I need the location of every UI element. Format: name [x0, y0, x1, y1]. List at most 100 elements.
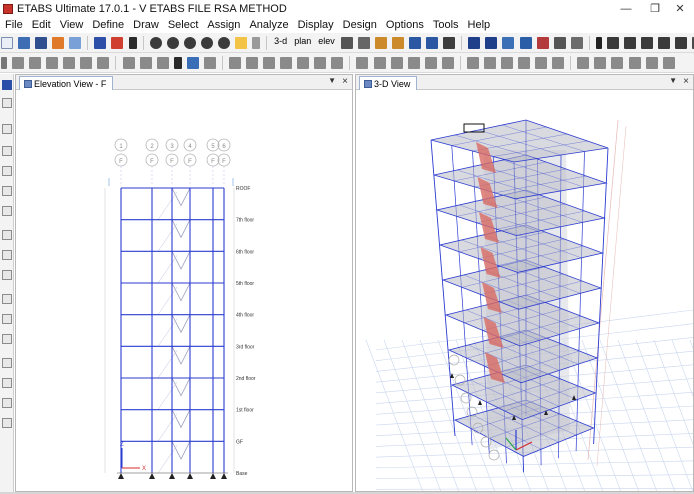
spandrel-label-icon[interactable] [280, 57, 293, 69]
menu-draw[interactable]: Draw [128, 19, 163, 31]
menu-design[interactable]: Design [338, 19, 381, 31]
draw-frame-icon[interactable] [2, 146, 12, 156]
diaphragm-icon[interactable] [203, 57, 216, 69]
show-link-forces-icon[interactable] [518, 57, 531, 69]
draw-brace-icon[interactable] [502, 37, 515, 49]
select-all-icon[interactable] [1, 57, 7, 69]
draw-floor-icon[interactable] [519, 37, 532, 49]
draw-quick-wall-icon[interactable] [2, 314, 12, 324]
shear-wall-design-icon[interactable] [675, 37, 688, 49]
zoom-rubber-band-icon[interactable] [149, 37, 162, 49]
design-verify-icon[interactable] [628, 57, 641, 69]
pencil-icon[interactable] [94, 37, 107, 49]
select-by-group-icon[interactable] [97, 57, 110, 69]
view-elev-button[interactable]: elev [318, 36, 335, 46]
select-pointer-icon[interactable] [12, 57, 25, 69]
restraint-icon[interactable] [186, 57, 199, 69]
pier-label-icon[interactable] [263, 57, 276, 69]
menu-options[interactable]: Options [381, 19, 428, 31]
elevation-drawing[interactable]: 1 F 2 F 3 F 4 F 5 F 6 F ROOF 7th floor 6th floor 5th fl… [16, 90, 352, 491]
show-loads-icon[interactable] [373, 57, 386, 69]
assign-frame-icon[interactable] [139, 57, 152, 69]
zoom-in-icon[interactable] [183, 37, 196, 49]
undo-icon[interactable] [52, 37, 65, 49]
show-shell-stress-icon[interactable] [501, 57, 513, 69]
3d-model-drawing[interactable] [356, 90, 693, 491]
reshape-icon[interactable] [2, 98, 12, 108]
assign-joint-icon[interactable] [122, 57, 135, 69]
minimize-icon[interactable]: — [612, 0, 640, 17]
zoom-out-icon[interactable] [200, 37, 213, 49]
draw-dimension-icon[interactable] [2, 358, 12, 368]
pointer-icon[interactable] [2, 80, 12, 90]
open-folder-icon[interactable] [18, 37, 31, 49]
run-analysis-icon[interactable] [128, 37, 137, 49]
measure-icon[interactable] [252, 37, 260, 49]
restore-icon[interactable]: ❐ [641, 0, 669, 17]
redo-icon[interactable] [69, 37, 82, 49]
draw-grid-icon[interactable] [2, 378, 12, 388]
lock-icon[interactable] [111, 37, 124, 49]
select-intersect-icon[interactable] [46, 57, 59, 69]
draw-line-icon[interactable] [2, 124, 12, 134]
design-check-icon[interactable] [594, 57, 607, 69]
perspective-icon[interactable] [357, 37, 370, 49]
release-icon[interactable] [228, 57, 241, 69]
view-3d-button[interactable]: 3-d [274, 36, 287, 46]
draw-brace-tool-icon[interactable] [2, 186, 12, 196]
move-up-icon[interactable] [374, 37, 387, 49]
design-reset-icon[interactable] [645, 57, 658, 69]
menu-edit[interactable]: Edit [27, 19, 55, 31]
draw-opening-icon[interactable] [553, 37, 566, 49]
menu-select[interactable]: Select [163, 19, 203, 31]
show-forces-icon[interactable] [407, 57, 420, 69]
3d-view-pane[interactable]: 3-D View ▼ × [355, 74, 694, 492]
move-down-icon[interactable] [392, 37, 405, 49]
object-shrink-icon[interactable] [443, 37, 456, 49]
pan-icon[interactable] [234, 37, 247, 49]
assign-shell-icon[interactable] [156, 57, 169, 69]
chevron-down-icon[interactable]: ▼ [669, 76, 677, 85]
area-load-icon[interactable] [314, 57, 327, 69]
clear-selection-icon[interactable] [80, 57, 93, 69]
show-deformed-icon[interactable] [390, 57, 403, 69]
menu-help[interactable]: Help [463, 19, 495, 31]
composite-design-icon[interactable] [641, 37, 654, 49]
point-load-icon[interactable] [331, 57, 344, 69]
save-icon[interactable] [35, 37, 48, 49]
concrete-design-icon[interactable] [623, 37, 636, 49]
show-reactions-icon[interactable] [483, 57, 496, 69]
steel-design-icon[interactable] [606, 37, 619, 49]
new-model-icon[interactable] [1, 37, 13, 49]
zoom-extents-icon[interactable] [166, 37, 179, 49]
close-icon[interactable]: ✕ [666, 0, 694, 17]
select-previous-icon[interactable] [63, 57, 76, 69]
show-energy-icon[interactable] [535, 57, 548, 69]
draw-section-cut-icon[interactable] [2, 398, 12, 408]
delete-icon[interactable] [173, 57, 182, 69]
draw-opening-tool-icon[interactable] [2, 334, 12, 344]
view-plan-button[interactable]: plan [294, 36, 311, 46]
chevron-down-icon[interactable]: ▼ [328, 76, 336, 85]
show-undeformed-icon[interactable] [356, 57, 369, 69]
menu-define[interactable]: Define [87, 19, 128, 31]
set-building-view-icon[interactable] [426, 37, 439, 49]
tab-3d-view[interactable]: 3-D View [359, 76, 418, 90]
menu-analyze[interactable]: Analyze [244, 19, 292, 31]
draw-beam-icon[interactable] [468, 37, 481, 49]
close-pane-button[interactable]: × [342, 76, 348, 87]
draw-tendon-icon[interactable] [2, 418, 12, 428]
menu-display[interactable]: Display [293, 19, 338, 31]
draw-column-tool-icon[interactable] [2, 166, 12, 176]
menu-tools[interactable]: Tools [428, 19, 463, 31]
draw-wall-icon[interactable] [536, 37, 549, 49]
show-mode-shape-icon[interactable] [424, 57, 437, 69]
select-window-icon[interactable] [29, 57, 42, 69]
close-pane-button[interactable]: × [683, 76, 689, 87]
elevation-view-pane[interactable]: Elevation View - F ▼ × 1 F 2 F 3 F 4 F 5 F 6 F ROOF 7… [15, 74, 353, 492]
draw-rect-area-icon[interactable] [2, 250, 12, 260]
design-overwrite-icon[interactable] [577, 57, 590, 69]
draw-quick-area-icon[interactable] [2, 270, 12, 280]
show-story-response-icon[interactable] [441, 57, 454, 69]
menu-assign[interactable]: Assign [202, 19, 244, 31]
